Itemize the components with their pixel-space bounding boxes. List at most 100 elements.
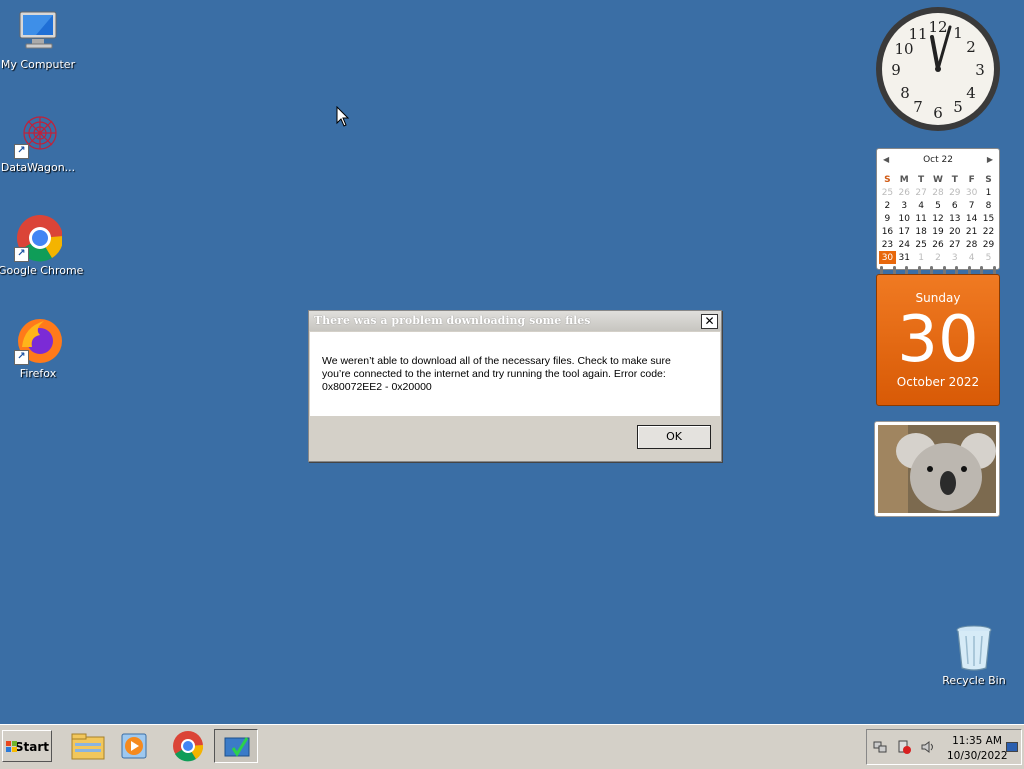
calendar-day-cell[interactable]: 7 <box>963 199 980 212</box>
clock-number: 7 <box>913 98 923 116</box>
calendar-day-cell[interactable]: 11 <box>913 212 930 225</box>
datawagon-icon: ↗ <box>14 111 62 159</box>
volume-icon[interactable] <box>921 740 935 754</box>
calendar-grid: S M T W T F S 25 26 27 28 29 30 1 2 3 4 5 6 7 8 9 10 11 12 13 14 15… <box>879 173 997 264</box>
action-center-warning-icon[interactable] <box>897 740 911 754</box>
start-label: Start <box>14 740 49 754</box>
calendar-day-cell[interactable]: 6 <box>946 199 963 212</box>
chrome-icon: ↗ <box>14 214 64 262</box>
calendar-day-cell[interactable]: 21 <box>963 225 980 238</box>
calendar-next-icon[interactable]: ▶ <box>987 155 993 164</box>
desktop-icon-label: DataWagon... <box>0 161 76 174</box>
calendar-day-cell[interactable]: 26 <box>930 238 947 251</box>
clock-number: 11 <box>908 25 927 43</box>
dialog-body: We weren’t able to download all of the n… <box>310 332 720 416</box>
clock-number: 3 <box>975 61 985 79</box>
calendar-day-number: 30 <box>897 303 979 377</box>
taskbar-chrome[interactable] <box>166 729 210 763</box>
calendar-day-cell[interactable]: 27 <box>946 238 963 251</box>
tray-date: 10/30/2022 <box>947 750 1008 762</box>
calendar-day-cell[interactable]: 3 <box>946 251 963 264</box>
calendar-day-cell[interactable]: 15 <box>980 212 997 225</box>
calendar-day-cell[interactable]: 12 <box>930 212 947 225</box>
taskbar-media-player[interactable] <box>114 729 158 763</box>
calendar-day-cell[interactable]: 29 <box>980 238 997 251</box>
calendar-weekday: S <box>985 174 992 185</box>
calendar-day-cell[interactable]: 8 <box>980 199 997 212</box>
calendar-day-cell[interactable]: 30 <box>879 251 896 264</box>
taskbar-media-creation-tool[interactable] <box>214 729 258 763</box>
calendar-day-cell[interactable]: 16 <box>879 225 896 238</box>
calendar-day-cell[interactable]: 3 <box>896 199 913 212</box>
dialog-close-button[interactable]: ✕ <box>701 314 718 329</box>
calendar-day-cell[interactable]: 4 <box>913 199 930 212</box>
calendar-day-cell[interactable]: 25 <box>879 186 896 199</box>
slideshow-gadget[interactable] <box>874 421 1000 517</box>
calendar-day-cell[interactable]: 10 <box>896 212 913 225</box>
calendar-day-cell[interactable]: 17 <box>896 225 913 238</box>
calendar-day-cell[interactable]: 14 <box>963 212 980 225</box>
dialog-title: There was a problem downloading some fil… <box>309 311 721 331</box>
clock-gadget[interactable]: 12 1 2 3 4 5 6 7 8 9 10 11 <box>874 5 1002 133</box>
calendar-day-cell[interactable]: 20 <box>946 225 963 238</box>
show-desktop-button[interactable] <box>1006 742 1018 752</box>
calendar-day-cell[interactable]: 23 <box>879 238 896 251</box>
calendar-day-cell[interactable]: 26 <box>896 186 913 199</box>
calendar-day-cell[interactable]: 5 <box>930 199 947 212</box>
clock-number: 1 <box>953 24 963 42</box>
calendar-day-cell[interactable]: 24 <box>896 238 913 251</box>
calendar-weekday: W <box>932 174 943 185</box>
calendar-weekday: M <box>899 174 909 185</box>
calendar-day-cell[interactable]: 25 <box>913 238 930 251</box>
koala-photo <box>878 425 996 513</box>
calendar-day-cell[interactable]: 27 <box>913 186 930 199</box>
media-player-icon <box>121 733 147 759</box>
calendar-day-cell[interactable]: 28 <box>963 238 980 251</box>
computer-icon <box>14 8 62 56</box>
calendar-gadget[interactable]: ◀ Oct 22 ▶ S M T W T F S 25 26 27 28 29 30 1 2 3 4 5 6 7 8 9 1… <box>876 148 1000 406</box>
desktop-icon-label: Recycle Bin <box>942 674 1006 687</box>
calendar-day-cell[interactable]: 1 <box>980 186 997 199</box>
start-button[interactable]: Start <box>2 730 52 762</box>
calendar-day-cell[interactable]: 1 <box>913 251 930 264</box>
error-dialog: There was a problem downloading some fil… <box>308 310 722 462</box>
clock-number: 4 <box>966 84 976 102</box>
file-explorer-icon <box>71 733 105 760</box>
network-icon[interactable] <box>873 740 887 754</box>
calendar-day-cell[interactable]: 2 <box>930 251 947 264</box>
clock-number: 9 <box>891 61 901 79</box>
calendar-day-cell[interactable]: 2 <box>879 199 896 212</box>
calendar-day-cell[interactable]: 18 <box>913 225 930 238</box>
clock-number: 12 <box>928 18 947 36</box>
calendar-day-cell[interactable]: 30 <box>963 186 980 199</box>
shortcut-arrow-icon: ↗ <box>14 144 29 159</box>
desktop-icon-my-computer[interactable]: My Computer <box>0 8 78 71</box>
calendar-weekday: S <box>884 174 891 185</box>
calendar-day-cell[interactable]: 22 <box>980 225 997 238</box>
clock-number: 5 <box>953 98 963 116</box>
taskbar-file-explorer[interactable] <box>66 729 110 763</box>
media-creation-tool-icon <box>224 737 250 757</box>
calendar-day-cell[interactable]: 28 <box>930 186 947 199</box>
calendar-day-cell[interactable]: 13 <box>946 212 963 225</box>
calendar-day-cell[interactable]: 29 <box>946 186 963 199</box>
desktop-icon-google-chrome[interactable]: ↗ Google Chrome <box>0 214 83 277</box>
desktop-icon-firefox[interactable]: ↗ Firefox <box>0 317 78 380</box>
desktop-icon-datawagon[interactable]: ↗ DataWagon... <box>0 111 78 174</box>
calendar-day-cell[interactable]: 5 <box>980 251 997 264</box>
ok-button[interactable]: OK <box>637 425 711 449</box>
clock-number: 6 <box>933 104 943 122</box>
chrome-icon <box>173 731 204 762</box>
calendar-day-cell[interactable]: 19 <box>930 225 947 238</box>
dialog-message: We weren’t able to download all of the n… <box>322 355 671 393</box>
desktop-icon-recycle-bin[interactable]: Recycle Bin <box>934 624 1014 687</box>
calendar-weekday: T <box>918 174 925 185</box>
calendar-day-cell[interactable]: 9 <box>879 212 896 225</box>
windows-logo-icon <box>6 741 17 752</box>
calendar-day-cell[interactable]: 31 <box>896 251 913 264</box>
tray-clock[interactable]: 11:35 AM 10/30/2022 <box>947 734 1008 764</box>
clock-number: 2 <box>966 38 976 56</box>
tray-time: 11:35 AM <box>952 735 1002 747</box>
shortcut-arrow-icon: ↗ <box>14 247 29 262</box>
calendar-day-cell[interactable]: 4 <box>963 251 980 264</box>
